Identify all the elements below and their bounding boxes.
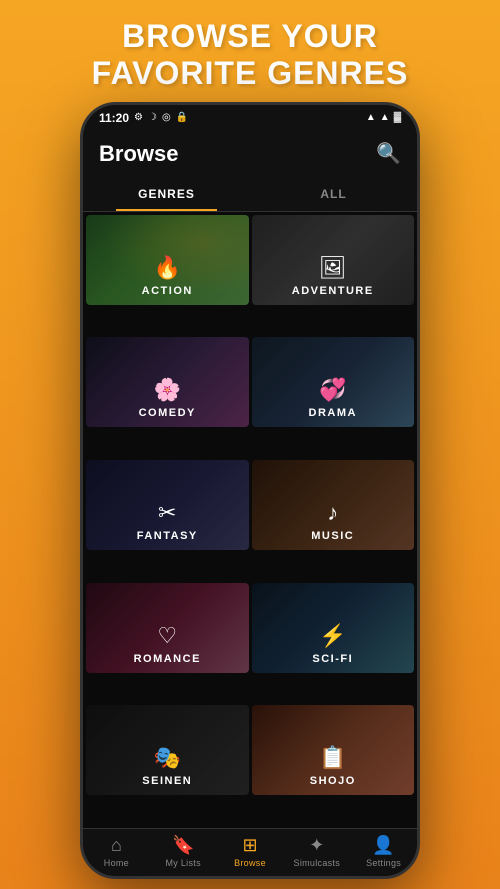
signal-icon: ▲ <box>366 112 376 123</box>
app-content: Browse 🔍 GENRES ALL 🔥 ACTION 🖼 ADVENTURE <box>83 131 417 876</box>
nav-my-lists-label: My Lists <box>165 858 200 868</box>
genre-item-action[interactable]: 🔥 ACTION <box>86 215 249 305</box>
nav-home-label: Home <box>104 858 129 868</box>
genre-sci-fi-label: SCI-FI <box>312 653 353 665</box>
settings-icon: 👤 <box>372 835 394 856</box>
nav-item-browse[interactable]: ⊞ Browse <box>217 835 284 868</box>
genre-fantasy-icon: ✂ <box>158 500 176 526</box>
genre-music-label: MUSIC <box>311 530 354 542</box>
banner-title: BROWSE YOUR FAVORITE GENRES <box>20 18 480 92</box>
genre-shojo-label: SHOJO <box>310 775 356 787</box>
wifi-icon: ▲ <box>380 112 390 123</box>
my-lists-icon: 🔖 <box>172 835 194 856</box>
bottom-nav: ⌂ Home 🔖 My Lists ⊞ Browse ✦ Simulcasts … <box>83 828 417 876</box>
genre-drama-label: DRAMA <box>309 407 357 419</box>
location-status-icon: ◎ <box>162 112 171 123</box>
nav-item-home[interactable]: ⌂ Home <box>83 835 150 868</box>
top-banner: BROWSE YOUR FAVORITE GENRES <box>0 0 500 102</box>
genre-adventure-label: ADVENTURE <box>292 285 374 297</box>
lock-status-icon: 🔒 <box>176 112 188 123</box>
genre-item-drama[interactable]: 💞 DRAMA <box>252 337 415 427</box>
genre-grid: 🔥 ACTION 🖼 ADVENTURE 🌸 COMEDY 💞 DRAMA <box>83 212 417 828</box>
genre-item-adventure[interactable]: 🖼 ADVENTURE <box>252 215 415 305</box>
browse-icon: ⊞ <box>242 835 257 856</box>
search-button[interactable]: 🔍 <box>376 141 401 166</box>
status-time: 11:20 <box>99 111 129 125</box>
nav-browse-label: Browse <box>234 858 266 868</box>
genre-romance-icon: ♡ <box>157 623 177 649</box>
settings-status-icon: ⚙ <box>134 112 143 123</box>
nav-item-simulcasts[interactable]: ✦ Simulcasts <box>283 835 350 868</box>
nav-simulcasts-label: Simulcasts <box>294 858 341 868</box>
moon-status-icon: ☽ <box>148 112 157 123</box>
genre-adventure-icon: 🖼 <box>319 255 347 281</box>
app-header: Browse 🔍 <box>83 131 417 177</box>
genre-drama-icon: 💞 <box>319 377 346 403</box>
nav-settings-label: Settings <box>366 858 401 868</box>
genre-item-sci-fi[interactable]: ⚡ SCI-FI <box>252 583 415 673</box>
genre-seinen-icon: 🎭 <box>154 745 181 771</box>
simulcasts-icon: ✦ <box>309 835 324 856</box>
battery-icon: ▓ <box>394 112 401 123</box>
genre-action-label: ACTION <box>142 285 193 297</box>
genre-comedy-icon: 🌸 <box>154 377 181 403</box>
tab-bar: GENRES ALL <box>83 177 417 212</box>
genre-comedy-label: COMEDY <box>139 407 196 419</box>
phone-frame: 11:20 ⚙ ☽ ◎ 🔒 ▲ ▲ ▓ Browse 🔍 GENRES ALL <box>80 102 420 879</box>
genre-item-shojo[interactable]: 📋 SHOJO <box>252 705 415 795</box>
nav-item-my-lists[interactable]: 🔖 My Lists <box>150 835 217 868</box>
genre-sci-fi-icon: ⚡ <box>319 623 346 649</box>
genre-action-icon: 🔥 <box>154 255 181 281</box>
genre-item-seinen[interactable]: 🎭 SEINEN <box>86 705 249 795</box>
genre-item-romance[interactable]: ♡ ROMANCE <box>86 583 249 673</box>
genre-shojo-icon: 📋 <box>319 745 346 771</box>
genre-seinen-label: SEINEN <box>142 775 192 787</box>
genre-item-comedy[interactable]: 🌸 COMEDY <box>86 337 249 427</box>
genre-item-music[interactable]: ♪ MUSIC <box>252 460 415 550</box>
genre-music-icon: ♪ <box>327 500 338 526</box>
nav-item-settings[interactable]: 👤 Settings <box>350 835 417 868</box>
genre-item-fantasy[interactable]: ✂ FANTASY <box>86 460 249 550</box>
page-title: Browse <box>99 141 178 167</box>
home-icon: ⌂ <box>111 835 122 856</box>
genre-romance-label: ROMANCE <box>134 653 201 665</box>
tab-all[interactable]: ALL <box>250 177 417 211</box>
status-bar: 11:20 ⚙ ☽ ◎ 🔒 ▲ ▲ ▓ <box>83 105 417 131</box>
tab-genres[interactable]: GENRES <box>83 177 250 211</box>
genre-fantasy-label: FANTASY <box>137 530 198 542</box>
